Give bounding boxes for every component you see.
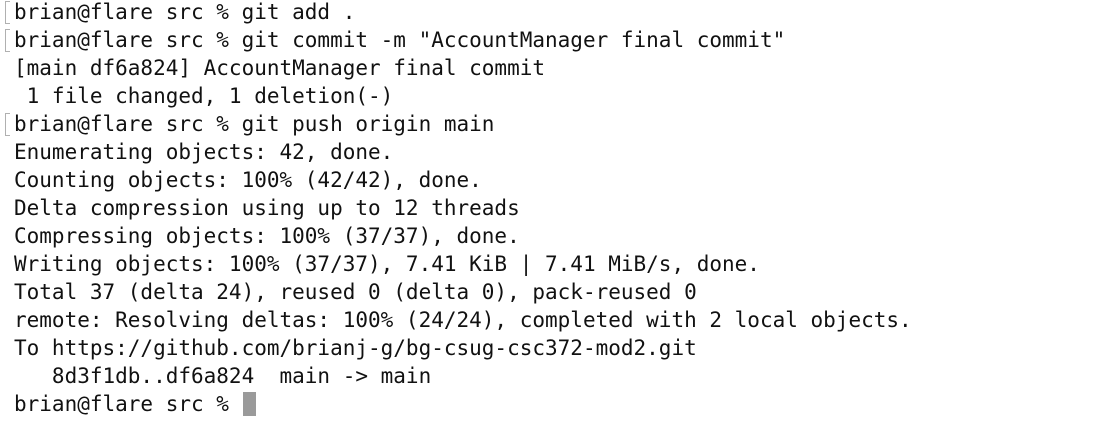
terminal-line-output: 8d3f1db..df6a824 main -> main <box>14 364 432 388</box>
command-mark-icon <box>5 29 10 52</box>
terminal-line-output: Counting objects: 100% (42/42), done. <box>14 168 482 192</box>
terminal-line-output: Delta compression using up to 12 threads <box>14 196 520 220</box>
terminal-line-output: Enumerating objects: 42, done. <box>14 140 394 164</box>
command-mark-icon <box>5 1 10 24</box>
terminal-line-output: [main df6a824] AccountManager final comm… <box>14 56 546 80</box>
terminal-line-command: brian@flare src % git commit -m "Account… <box>5 26 1104 54</box>
terminal-line-output: 1 file changed, 1 deletion(-) <box>14 84 394 108</box>
terminal-line-output: Writing objects: 100% (37/37), 7.41 KiB … <box>14 252 760 276</box>
terminal-prompt-line[interactable]: brian@flare src % <box>14 390 1104 418</box>
terminal-line-command: brian@flare src % git add . <box>5 0 1104 26</box>
terminal-line-output: To https://github.com/brianj-g/bg-csug-c… <box>14 336 697 360</box>
command-mark-icon <box>5 113 10 136</box>
terminal-line-output: Compressing objects: 100% (37/37), done. <box>14 224 520 248</box>
text-cursor <box>242 392 256 416</box>
terminal-window[interactable]: brian@flare src % git add . brian@flare … <box>0 0 1104 432</box>
prompt-text: brian@flare src % <box>14 392 242 416</box>
terminal-output[interactable]: brian@flare src % git add . brian@flare … <box>5 0 1104 418</box>
terminal-line-output: Total 37 (delta 24), reused 0 (delta 0),… <box>14 280 697 304</box>
terminal-line-output: remote: Resolving deltas: 100% (24/24), … <box>14 308 912 332</box>
terminal-line-command: brian@flare src % git push origin main <box>5 110 1104 138</box>
screen: brian@flare src % git add . brian@flare … <box>0 0 1104 432</box>
